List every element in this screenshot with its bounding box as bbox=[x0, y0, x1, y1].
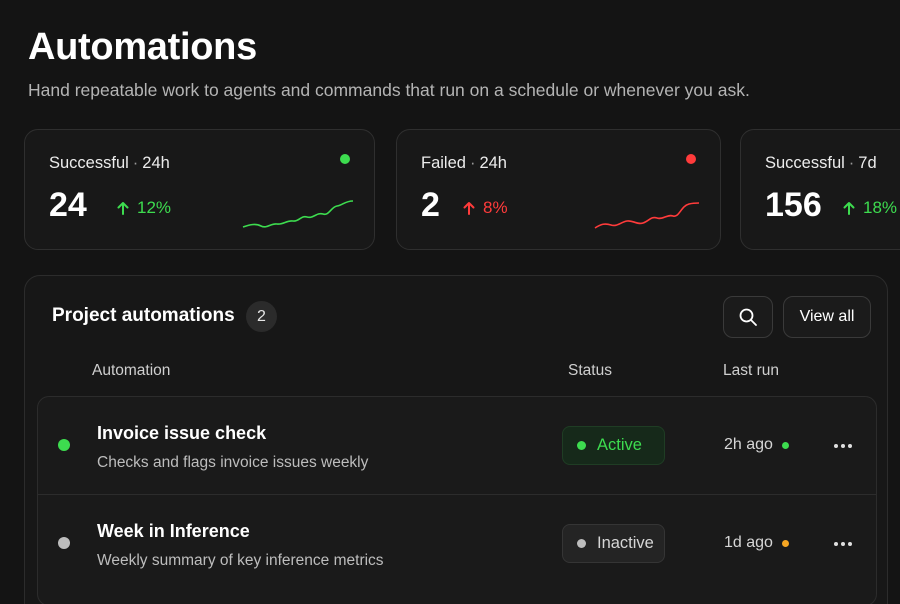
stat-label-text: Successful bbox=[765, 154, 845, 172]
stat-period: 24h bbox=[479, 154, 507, 172]
status-badge: Inactive bbox=[562, 524, 665, 563]
search-icon bbox=[739, 308, 757, 326]
column-header-status[interactable]: Status bbox=[568, 362, 612, 380]
stat-change: 12% bbox=[115, 198, 171, 218]
more-dot bbox=[834, 542, 838, 546]
automation-name[interactable]: Invoice issue check bbox=[97, 423, 266, 444]
status-label: Inactive bbox=[597, 534, 654, 552]
last-run: 2h ago bbox=[724, 436, 789, 454]
stat-label: Failed · 24h bbox=[421, 154, 507, 173]
automation-description: Weekly summary of key inference metrics bbox=[97, 552, 384, 569]
last-run-text: 2h ago bbox=[724, 436, 773, 453]
separator: · bbox=[132, 154, 139, 172]
count-badge: 2 bbox=[246, 301, 277, 332]
more-dot bbox=[848, 542, 852, 546]
automations-page: Automations Hand repeatable work to agen… bbox=[0, 0, 900, 604]
sparkline-failed-24h bbox=[594, 202, 700, 229]
automation-description: Checks and flags invoice issues weekly bbox=[97, 454, 369, 471]
stat-period: 24h bbox=[142, 154, 170, 172]
page-subtitle: Hand repeatable work to agents and comma… bbox=[28, 80, 750, 100]
stat-value: 156 bbox=[765, 186, 822, 224]
last-run-text: 1d ago bbox=[724, 534, 773, 551]
status-indicator-dot bbox=[58, 439, 70, 451]
more-dot bbox=[841, 542, 845, 546]
search-button[interactable] bbox=[723, 296, 773, 338]
stat-change: 18% bbox=[841, 198, 897, 218]
column-header-automation[interactable]: Automation bbox=[92, 362, 170, 380]
stat-value: 2 bbox=[421, 186, 440, 224]
stat-period: 7d bbox=[858, 154, 877, 172]
panel-title: Project automations bbox=[52, 305, 235, 326]
status-dot-green bbox=[340, 154, 350, 164]
stat-label-text: Failed bbox=[421, 154, 466, 172]
project-automations-panel: Project automations 2 View all Automatio… bbox=[24, 275, 888, 604]
more-options-button[interactable] bbox=[828, 431, 858, 461]
table-row[interactable]: Week in Inference Weekly summary of key … bbox=[38, 494, 876, 597]
stat-label-text: Successful bbox=[49, 154, 129, 172]
status-dot bbox=[577, 441, 586, 450]
last-run: 1d ago bbox=[724, 534, 789, 552]
status-badge: Active bbox=[562, 426, 665, 465]
page-title: Automations bbox=[28, 26, 257, 68]
automations-list: Invoice issue check Checks and flags inv… bbox=[37, 396, 877, 604]
sparkline-success-24h bbox=[242, 200, 354, 228]
stat-change-value: 18% bbox=[863, 198, 898, 217]
arrow-up-icon bbox=[843, 202, 855, 215]
stat-card-successful-24h[interactable]: Successful · 24h 24 12% bbox=[24, 129, 375, 250]
table-row[interactable]: Invoice issue check Checks and flags inv… bbox=[38, 397, 876, 500]
automation-name[interactable]: Week in Inference bbox=[97, 521, 250, 542]
stat-label: Successful · 7d bbox=[765, 154, 877, 173]
stat-card-successful-7d[interactable]: Successful · 7d 156 18% bbox=[740, 129, 900, 250]
more-dot bbox=[834, 444, 838, 448]
status-dot-red bbox=[686, 154, 696, 164]
stat-change-value: 12% bbox=[137, 198, 172, 217]
view-all-button[interactable]: View all bbox=[783, 296, 871, 338]
stat-card-failed-24h[interactable]: Failed · 24h 2 8% bbox=[396, 129, 721, 250]
status-dot bbox=[577, 539, 586, 548]
separator: · bbox=[848, 154, 855, 172]
last-run-dot bbox=[781, 441, 789, 449]
arrow-up-icon bbox=[117, 202, 129, 215]
separator: · bbox=[469, 154, 476, 172]
more-dot bbox=[841, 444, 845, 448]
status-indicator-dot bbox=[58, 537, 70, 549]
stat-change-value: 8% bbox=[483, 198, 508, 217]
arrow-up-icon bbox=[463, 202, 475, 215]
more-options-button[interactable] bbox=[828, 529, 858, 559]
stat-label: Successful · 24h bbox=[49, 154, 170, 173]
stat-value: 24 bbox=[49, 186, 87, 224]
status-label: Active bbox=[597, 436, 642, 454]
last-run-dot bbox=[781, 539, 789, 547]
stat-change: 8% bbox=[461, 198, 508, 218]
more-dot bbox=[848, 444, 852, 448]
column-header-last-run[interactable]: Last run bbox=[723, 362, 779, 380]
